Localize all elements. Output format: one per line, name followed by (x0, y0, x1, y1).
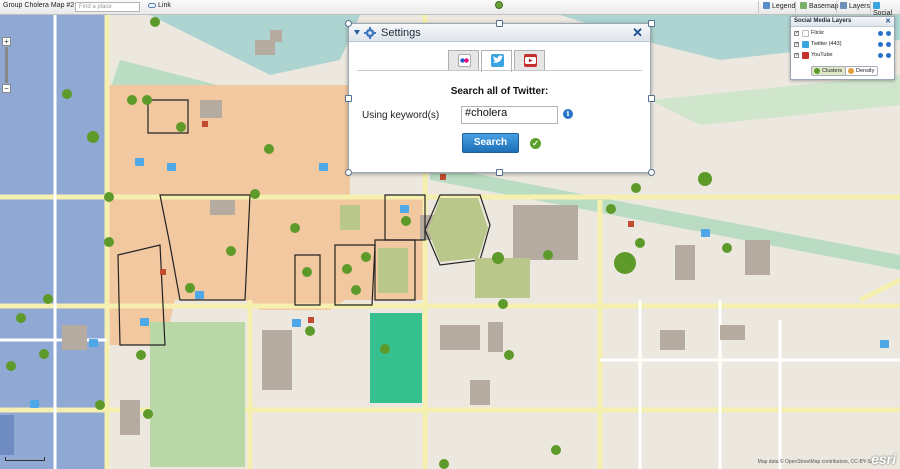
legend-button[interactable]: Legend (763, 2, 795, 10)
resize-handle[interactable] (648, 169, 655, 176)
layer-checkbox[interactable]: ✓ (794, 31, 799, 36)
top-toolbar: Group Cholera Map #2 Find a place Link L… (0, 0, 900, 17)
layer-row-youtube[interactable]: ✓ YouTube (794, 52, 894, 60)
resize-handle[interactable] (648, 95, 655, 102)
search-heading: Search all of Twitter: (450, 86, 549, 97)
scale-bar (5, 457, 45, 461)
resize-handle[interactable] (345, 169, 352, 176)
social-media-layers-panel: Social Media Layers ✕ ✓ Flickr ✓ Twitter… (790, 16, 895, 80)
panel-title: Social Media Layers (794, 18, 852, 24)
close-icon[interactable]: ✕ (885, 17, 891, 25)
basemap-icon (800, 2, 807, 9)
cluster-icon (814, 68, 820, 74)
resize-handle[interactable] (496, 20, 503, 27)
twitter-icon (802, 41, 809, 48)
flickr-icon (802, 30, 809, 37)
layer-label: Twitter (443) (811, 41, 842, 47)
esri-logo: esri (871, 451, 896, 467)
field-lot (370, 313, 422, 403)
map-attribution: Map data © OpenStreetMap contributors, C… (757, 459, 874, 465)
close-icon[interactable]: ✕ (632, 25, 643, 41)
zoom-in-button[interactable]: + (2, 37, 11, 46)
keyword-input[interactable]: #cholera (461, 106, 558, 124)
info-icon[interactable]: i (563, 109, 573, 119)
zoom-slider[interactable] (5, 47, 8, 83)
basemap-label: Basemap (809, 3, 839, 10)
park-field (150, 322, 245, 467)
resize-handle[interactable] (496, 169, 503, 176)
social-button[interactable]: Social (873, 2, 900, 17)
settings-icon[interactable] (886, 53, 891, 58)
basemap-button[interactable]: Basemap (800, 2, 839, 10)
layers-icon (840, 2, 847, 9)
checkmark-icon: ✓ (530, 138, 541, 149)
density-toggle[interactable]: Density (845, 66, 879, 76)
link-icon (148, 2, 156, 8)
layer-label: Flickr (811, 30, 825, 36)
layers-label: Layers (849, 3, 871, 10)
collapse-icon[interactable] (354, 30, 360, 35)
panel-header: Social Media Layers ✕ (791, 17, 894, 27)
clusters-toggle[interactable]: Clusters (811, 66, 847, 76)
find-place-input[interactable]: Find a place (75, 2, 140, 12)
link-button[interactable]: Link (148, 2, 171, 9)
resize-handle[interactable] (345, 20, 352, 27)
resize-handle[interactable] (345, 95, 352, 102)
tab-flickr[interactable] (448, 50, 479, 70)
layer-row-flickr[interactable]: ✓ Flickr (794, 30, 894, 38)
settings-icon[interactable] (886, 42, 891, 47)
layers-button[interactable]: Layers (840, 2, 870, 10)
toolbar-divider (795, 1, 796, 13)
toolbar-divider (836, 1, 837, 13)
search-button[interactable]: Search (462, 133, 519, 153)
density-icon (848, 68, 854, 74)
rotate-handle[interactable] (495, 1, 503, 9)
info-icon[interactable] (878, 42, 883, 47)
layer-checkbox[interactable]: ✓ (794, 42, 799, 47)
settings-dialog: Settings ✕ Search all of Twitter: Using … (348, 23, 651, 173)
layer-checkbox[interactable]: ✓ (794, 53, 799, 58)
layer-row-twitter[interactable]: ✓ Twitter (443) (794, 41, 894, 49)
green-belt (650, 75, 900, 125)
youtube-icon (524, 54, 537, 67)
resize-handle[interactable] (648, 20, 655, 27)
social-icon (873, 2, 880, 9)
flickr-icon (458, 54, 471, 67)
density-label: Density (856, 68, 875, 74)
legend-label: Legend (772, 3, 796, 10)
clusters-label: Clusters (822, 68, 843, 74)
link-label: Link (158, 2, 171, 9)
youtube-icon (802, 52, 809, 59)
tab-divider (357, 70, 642, 71)
info-icon[interactable] (878, 31, 883, 36)
twitter-icon (491, 54, 504, 67)
toolbar-divider (870, 1, 871, 13)
settings-title: Settings (381, 27, 421, 39)
layer-label: YouTube (811, 52, 833, 58)
zoom-control[interactable]: + − (2, 37, 12, 93)
app-title: Group Cholera Map #2 (3, 2, 75, 9)
info-icon[interactable] (878, 53, 883, 58)
west-zone-block (0, 415, 14, 455)
keyword-label: Using keyword(s) (362, 110, 440, 121)
gear-icon (364, 27, 376, 39)
settings-icon[interactable] (886, 31, 891, 36)
toolbar-divider (758, 1, 759, 13)
zoom-out-button[interactable]: − (2, 84, 11, 93)
tab-youtube[interactable] (514, 50, 545, 70)
legend-icon (763, 2, 770, 9)
tab-twitter[interactable] (481, 50, 512, 72)
